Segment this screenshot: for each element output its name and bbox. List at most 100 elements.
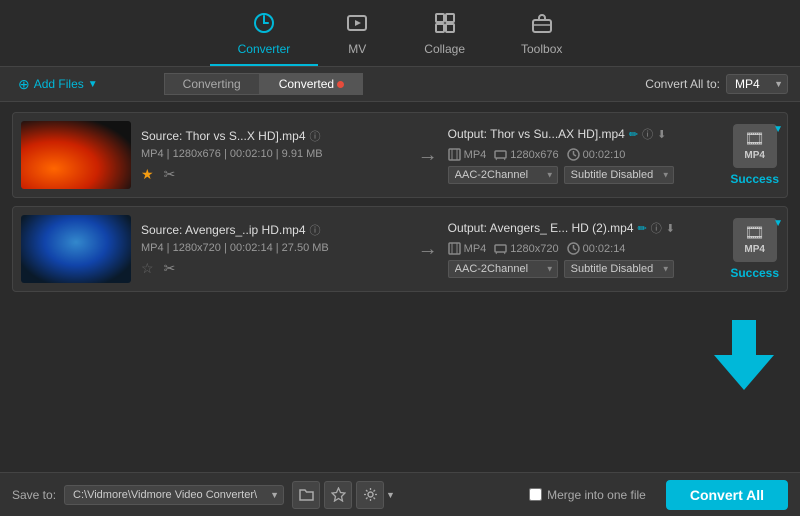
plus-icon: ⊕ xyxy=(18,76,30,93)
output-specs-2: MP4 1280x720 00:02:14 xyxy=(448,242,715,255)
toolbar: ⊕ Add Files ▼ Converting Converted Conve… xyxy=(0,67,800,102)
badge-icon-1: 🎞 xyxy=(745,130,765,149)
source-label-1: Source: Thor vs S...X HD].mp4 xyxy=(141,129,306,143)
bottom-bar: Save to: ▼ ▼ Merge into one file Convert… xyxy=(0,472,800,516)
edit-icon-1[interactable]: ✏ xyxy=(629,128,638,141)
item-actions-1: ★ ✂ xyxy=(141,166,408,183)
nav-converter-label: Converter xyxy=(238,42,291,56)
format-select[interactable]: MP4 MKV AVI MOV WMV xyxy=(726,74,788,94)
nav-toolbox-label: Toolbox xyxy=(521,42,562,56)
subtitle-select-wrap-2: Subtitle Disabled xyxy=(564,260,674,278)
nav-mv[interactable]: MV xyxy=(318,8,396,66)
merge-check: Merge into one file xyxy=(529,488,646,502)
download-icon-1[interactable]: ⬇ xyxy=(657,128,666,141)
audio-select-wrap-2: AAC-2Channel xyxy=(448,260,558,278)
output-section-1: Output: Thor vs Su...AX HD].mp4 ✏ ⓘ ⬇ MP… xyxy=(448,126,715,184)
nav-converter[interactable]: Converter xyxy=(210,8,319,66)
item-info-2: Source: Avengers_..ip HD.mp4 ⓘ MP4 | 128… xyxy=(141,222,408,277)
format-select-wrap: MP4 MKV AVI MOV WMV xyxy=(726,74,788,94)
merge-label: Merge into one file xyxy=(547,488,646,502)
add-files-button[interactable]: ⊕ Add Files ▼ xyxy=(12,74,104,95)
bottom-icons: ▼ xyxy=(292,481,395,509)
convert-all-to: Convert All to: MP4 MKV AVI MOV WMV xyxy=(645,74,788,94)
output-controls-1: AAC-2Channel Subtitle Disabled xyxy=(448,166,715,184)
source-label-2: Source: Avengers_..ip HD.mp4 xyxy=(141,223,306,237)
toolbox-icon xyxy=(531,12,553,40)
spec-dur-label-1: 00:02:10 xyxy=(583,149,626,161)
nav-toolbox[interactable]: Toolbox xyxy=(493,8,590,66)
badge-label-2: MP4 xyxy=(744,244,765,256)
audio-select-1[interactable]: AAC-2Channel xyxy=(448,166,558,184)
badge-dropdown-1[interactable]: ▼ xyxy=(773,124,783,135)
save-to-label: Save to: xyxy=(12,488,56,502)
badge-label-1: MP4 xyxy=(744,150,765,162)
audio-select-2[interactable]: AAC-2Channel xyxy=(448,260,558,278)
spec-res-label-2: 1280x720 xyxy=(510,243,558,255)
big-arrow-area xyxy=(12,300,788,390)
nav-collage-label: Collage xyxy=(424,42,465,56)
badge-dropdown-2[interactable]: ▼ xyxy=(773,218,783,229)
tab-converting-label: Converting xyxy=(183,77,241,91)
edit-icon-2[interactable]: ✏ xyxy=(638,222,647,235)
format-badge-1: 🎞 MP4 xyxy=(733,124,777,168)
source-name-1: Source: Thor vs S...X HD].mp4 ⓘ xyxy=(141,128,408,144)
subtitle-select-1[interactable]: Subtitle Disabled xyxy=(564,166,674,184)
mv-icon xyxy=(346,12,368,40)
file-meta-2: MP4 | 1280x720 | 00:02:14 | 27.50 MB xyxy=(141,242,408,254)
success-label-2: Success xyxy=(730,266,779,280)
spec-res-label-1: 1280x676 xyxy=(510,149,558,161)
arrow-right-2: → xyxy=(418,238,438,261)
file-meta-1: MP4 | 1280x676 | 00:02:10 | 9.91 MB xyxy=(141,148,408,160)
format-badge-wrap-1: 🎞 MP4 ▼ Success xyxy=(730,124,779,186)
settings-icon-btn[interactable] xyxy=(356,481,384,509)
top-nav: Converter MV Collage xyxy=(0,0,800,67)
success-label-1: Success xyxy=(730,172,779,186)
format-badge-wrap-2: 🎞 MP4 ▼ Success xyxy=(730,218,779,280)
audio-select-wrap-1: AAC-2Channel xyxy=(448,166,558,184)
download-icon-2[interactable]: ⬇ xyxy=(666,222,675,235)
collage-icon xyxy=(434,12,456,40)
output-specs-1: MP4 1280x676 00:02:10 xyxy=(448,148,715,161)
spec-dur-1: 00:02:10 xyxy=(567,148,626,161)
item-actions-2: ☆ ✂ xyxy=(141,260,408,277)
tab-converted[interactable]: Converted xyxy=(260,73,363,95)
item-row: Source: Avengers_..ip HD.mp4 ⓘ MP4 | 128… xyxy=(12,206,788,292)
output-section-2: Output: Avengers_ E... HD (2).mp4 ✏ ⓘ ⬇ … xyxy=(448,220,715,278)
merge-checkbox[interactable] xyxy=(529,488,542,501)
item-info-1: Source: Thor vs S...X HD].mp4 ⓘ MP4 | 12… xyxy=(141,128,408,183)
nav-collage[interactable]: Collage xyxy=(396,8,493,66)
subtitle-select-2[interactable]: Subtitle Disabled xyxy=(564,260,674,278)
big-down-arrow xyxy=(714,320,774,390)
main-content: Source: Thor vs S...X HD].mp4 ⓘ MP4 | 12… xyxy=(0,102,800,472)
spec-format-2: MP4 xyxy=(448,242,487,255)
folder-icon-btn[interactable] xyxy=(292,481,320,509)
add-files-label: Add Files xyxy=(34,77,84,91)
add-files-dropdown-arrow: ▼ xyxy=(88,79,98,90)
output-controls-2: AAC-2Channel Subtitle Disabled xyxy=(448,260,715,278)
settings-dropdown-arrow[interactable]: ▼ xyxy=(386,490,395,500)
cut-icon-2[interactable]: ✂ xyxy=(164,260,176,277)
output-name-2: Output: Avengers_ E... HD (2).mp4 ✏ ⓘ ⬇ xyxy=(448,220,715,236)
tab-converting[interactable]: Converting xyxy=(164,73,260,95)
output-label-2: Output: Avengers_ E... HD (2).mp4 xyxy=(448,221,634,235)
info-icon-2[interactable]: ⓘ xyxy=(310,222,321,238)
output-name-1: Output: Thor vs Su...AX HD].mp4 ✏ ⓘ ⬇ xyxy=(448,126,715,142)
spec-format-1: MP4 xyxy=(448,148,487,161)
spec-res-1: 1280x676 xyxy=(494,148,558,161)
output-info-icon-2[interactable]: ⓘ xyxy=(651,220,662,236)
converter-icon xyxy=(253,12,275,40)
info-icon-1[interactable]: ⓘ xyxy=(310,128,321,144)
output-label-1: Output: Thor vs Su...AX HD].mp4 xyxy=(448,127,625,141)
star-icon-2[interactable]: ☆ xyxy=(141,260,154,277)
star-icon-1[interactable]: ★ xyxy=(141,166,154,183)
source-name-2: Source: Avengers_..ip HD.mp4 ⓘ xyxy=(141,222,408,238)
cut-icon-1[interactable]: ✂ xyxy=(164,166,176,183)
convert-all-button[interactable]: Convert All xyxy=(666,480,788,510)
converted-badge xyxy=(337,81,344,88)
subtitle-select-wrap-1: Subtitle Disabled xyxy=(564,166,674,184)
spec-format-label-1: MP4 xyxy=(464,149,487,161)
thumbnail-1 xyxy=(21,121,131,189)
enhance-icon-btn[interactable] xyxy=(324,481,352,509)
item-row: Source: Thor vs S...X HD].mp4 ⓘ MP4 | 12… xyxy=(12,112,788,198)
output-info-icon-1[interactable]: ⓘ xyxy=(642,126,653,142)
